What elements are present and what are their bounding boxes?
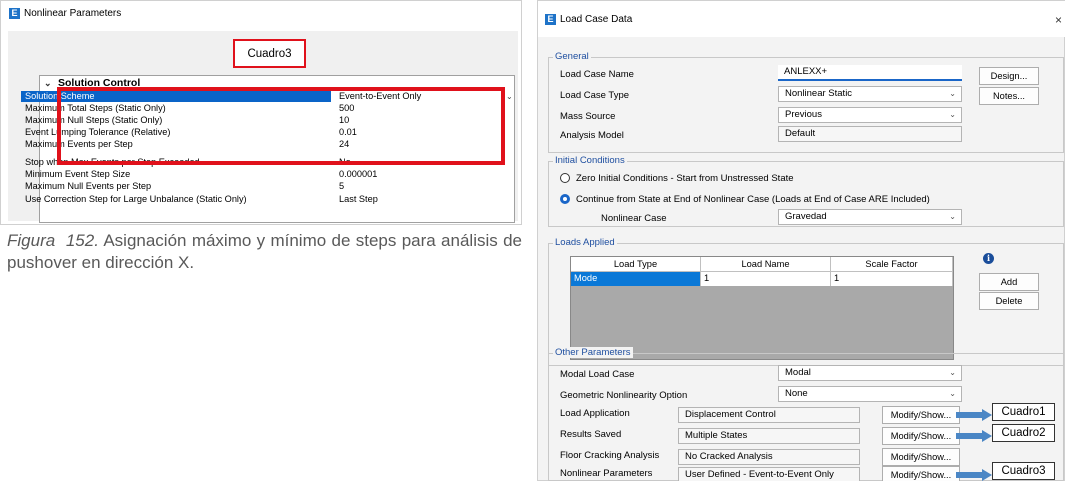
mass-source-value: Previous: [785, 109, 822, 120]
left-window-title: Nonlinear Parameters: [24, 7, 122, 19]
loads-applied-table[interactable]: Load Type Load Name Scale Factor Mode 1 …: [570, 256, 954, 360]
general-legend: General: [553, 51, 591, 62]
info-icon[interactable]: i: [983, 253, 994, 264]
prop-value[interactable]: 10: [339, 115, 349, 126]
delete-button[interactable]: Delete: [979, 292, 1039, 310]
chevron-down-icon[interactable]: ⌄: [949, 108, 956, 122]
figure-caption: Figura 152. Asignación máximo y mínimo d…: [7, 230, 522, 274]
mass-source-select[interactable]: Previous ⌄: [778, 107, 962, 123]
cuadro3-callout: Cuadro3: [233, 39, 306, 68]
solution-control-title: Solution Control: [58, 77, 141, 89]
nonlinear-case-label: Nonlinear Case: [601, 213, 667, 224]
solution-control-header[interactable]: ⌄ Solution Control: [44, 76, 140, 90]
continue-state-label[interactable]: Continue from State at End of Nonlinear …: [576, 194, 930, 205]
floor-cracking-label: Floor Cracking Analysis: [560, 450, 660, 461]
nonlinear-parameters-window: E Nonlinear Parameters Cuadro3 ⌄ Solutio…: [0, 0, 522, 225]
cuadro2-tag: Cuadro2: [992, 424, 1055, 442]
modal-load-case-label: Modal Load Case: [560, 369, 635, 380]
right-titlebar: E Load Case Data ×: [538, 1, 1065, 37]
prop-name: Solution Scheme: [25, 91, 95, 101]
results-saved-field: Multiple States: [678, 428, 860, 444]
prop-value[interactable]: 24: [339, 139, 349, 150]
prop-value[interactable]: 0.01: [339, 127, 357, 138]
results-saved-label: Results Saved: [560, 429, 622, 440]
nonlinear-parameters-field: User Defined - Event-to-Event Only: [678, 467, 860, 481]
other-parameters-legend: Other Parameters: [553, 347, 633, 358]
nonlinear-case-value: Gravedad: [785, 211, 827, 222]
prop-value[interactable]: 500: [339, 103, 354, 114]
geometric-nonlinearity-label: Geometric Nonlinearity Option: [560, 390, 688, 401]
etabs-app-icon: E: [545, 13, 556, 25]
prop-value[interactable]: No: [339, 157, 351, 168]
continue-state-radio[interactable]: [560, 194, 570, 204]
prop-value[interactable]: Event-to-Event Only: [339, 91, 421, 102]
header-scale-factor[interactable]: Scale Factor: [831, 257, 953, 272]
prop-row-solution-scheme[interactable]: Solution Scheme Event-to-Event Only: [21, 91, 421, 102]
chevron-down-icon[interactable]: ⌄: [44, 78, 58, 89]
prop-name: Event Lumping Tolerance (Relative): [25, 127, 171, 137]
header-load-name[interactable]: Load Name: [701, 257, 831, 272]
arrow-right-icon: [956, 409, 992, 421]
chevron-down-icon[interactable]: ⌄: [949, 366, 956, 380]
cell-load-name[interactable]: 1: [701, 272, 831, 286]
cuadro3-tag: Cuadro3: [992, 462, 1055, 480]
add-button[interactable]: Add: [979, 273, 1039, 291]
geometric-nonlinearity-select[interactable]: None ⌄: [778, 386, 962, 402]
cuadro1-tag: Cuadro1: [992, 403, 1055, 421]
zero-initial-radio[interactable]: [560, 173, 570, 183]
chevron-down-icon[interactable]: ⌄: [949, 87, 956, 101]
load-application-field: Displacement Control: [678, 407, 860, 423]
modal-load-case-value: Modal: [785, 367, 811, 378]
geometric-nonlinearity-value: None: [785, 388, 808, 399]
design-button[interactable]: Design...: [979, 67, 1039, 85]
prop-name: Maximum Total Steps (Static Only): [25, 103, 166, 113]
chevron-down-icon[interactable]: ⌄: [949, 387, 956, 401]
loads-applied-legend: Loads Applied: [553, 237, 617, 248]
chevron-down-icon[interactable]: ⌄: [506, 92, 513, 101]
nonlinear-parameters-label: Nonlinear Parameters: [560, 468, 653, 479]
nonlinear-case-select[interactable]: Gravedad ⌄: [778, 209, 962, 225]
chevron-down-icon[interactable]: ⌄: [949, 210, 956, 224]
close-icon[interactable]: ×: [1055, 13, 1062, 27]
right-window-title: Load Case Data: [560, 13, 633, 25]
floor-cracking-field: No Cracked Analysis: [678, 449, 860, 465]
load-case-data-window: E Load Case Data × General Load Case Nam…: [537, 0, 1065, 481]
caption-label: Figura: [7, 231, 56, 250]
prop-name: Use Correction Step for Large Unbalance …: [25, 194, 247, 204]
prop-value[interactable]: 5: [339, 181, 344, 192]
left-titlebar: E Nonlinear Parameters: [1, 1, 521, 25]
prop-name: Minimum Event Step Size: [25, 169, 131, 179]
cell-load-type[interactable]: Mode: [571, 272, 701, 286]
arrow-right-icon: [956, 469, 992, 481]
load-application-modify-button[interactable]: Modify/Show...: [882, 406, 960, 424]
analysis-model-label: Analysis Model: [560, 130, 624, 141]
prop-name: Stop when Max Events per Step Exceeded: [25, 157, 200, 167]
floor-cracking-modify-button[interactable]: Modify/Show...: [882, 448, 960, 466]
results-saved-modify-button[interactable]: Modify/Show...: [882, 427, 960, 445]
notes-button[interactable]: Notes...: [979, 87, 1039, 105]
header-load-type[interactable]: Load Type: [571, 257, 701, 272]
load-case-type-select[interactable]: Nonlinear Static ⌄: [778, 86, 962, 102]
load-case-type-value: Nonlinear Static: [785, 88, 853, 99]
prop-name: Maximum Events per Step: [25, 139, 133, 149]
zero-initial-label[interactable]: Zero Initial Conditions - Start from Uns…: [576, 173, 794, 184]
nonlinear-parameters-modify-button[interactable]: Modify/Show...: [882, 466, 960, 481]
prop-value[interactable]: Last Step: [339, 194, 378, 205]
load-case-name-input[interactable]: ANLEXX+: [778, 65, 962, 81]
modal-load-case-select[interactable]: Modal ⌄: [778, 365, 962, 381]
initial-conditions-legend: Initial Conditions: [553, 155, 627, 166]
prop-name: Maximum Null Events per Step: [25, 181, 152, 191]
caption-number: 152.: [65, 231, 99, 250]
load-application-label: Load Application: [560, 408, 630, 419]
load-case-type-label: Load Case Type: [560, 90, 630, 101]
load-case-name-label: Load Case Name: [560, 69, 634, 80]
arrow-right-icon: [956, 430, 992, 442]
prop-name: Maximum Null Steps (Static Only): [25, 115, 163, 125]
cell-scale-factor[interactable]: 1: [831, 272, 953, 286]
analysis-model-field: Default: [778, 126, 962, 142]
mass-source-label: Mass Source: [560, 111, 616, 122]
prop-value[interactable]: 0.000001: [339, 169, 377, 180]
etabs-app-icon: E: [9, 7, 20, 19]
